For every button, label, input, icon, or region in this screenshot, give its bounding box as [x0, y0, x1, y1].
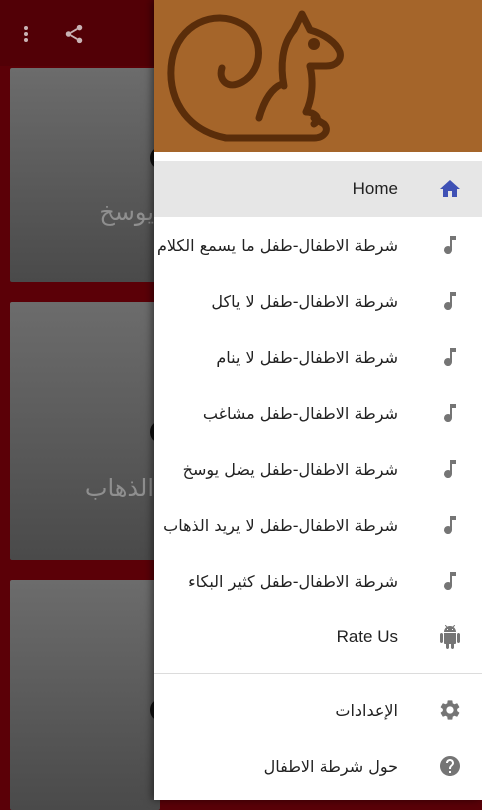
- menu-item-label: شرطة الاطفال-طفل لا يريد الذهاب: [163, 515, 398, 535]
- menu-item-label: شرطة الاطفال-طفل لا ياكل: [211, 291, 398, 311]
- menu-item-label: شرطة الاطفال-طفل لا ينام: [216, 347, 398, 367]
- card-title: الذهاب: [84, 474, 154, 502]
- menu-item-label: شرطة الاطفال-طفل كثير البكاء: [188, 571, 398, 591]
- music-note-icon: [438, 345, 462, 369]
- menu-item-track-3[interactable]: شرطة الاطفال-طفل لا ينام: [154, 329, 482, 385]
- music-note-icon: [438, 569, 462, 593]
- content-card[interactable]: الذهاب: [10, 302, 160, 560]
- menu-item-label: حول شرطة الاطفال: [263, 756, 398, 776]
- music-note-icon: [438, 233, 462, 257]
- music-note-icon: [438, 513, 462, 537]
- menu-item-track-4[interactable]: شرطة الاطفال-طفل مشاغب: [154, 385, 482, 441]
- home-icon: [438, 177, 462, 201]
- menu-divider: [154, 673, 482, 674]
- drawer-header: [154, 0, 482, 152]
- menu-item-track-2[interactable]: شرطة الاطفال-طفل لا ياكل: [154, 273, 482, 329]
- menu-item-rate-us[interactable]: Rate Us: [154, 609, 482, 665]
- music-note-icon: [438, 457, 462, 481]
- content-card[interactable]: يوسخ: [10, 68, 160, 282]
- content-card[interactable]: [10, 580, 160, 810]
- menu-item-about[interactable]: حول شرطة الاطفال: [154, 738, 482, 794]
- squirrel-logo: [167, 10, 344, 142]
- menu-item-track-7[interactable]: شرطة الاطفال-طفل كثير البكاء: [154, 553, 482, 609]
- menu-item-label: Home: [352, 179, 398, 198]
- menu-item-track-5[interactable]: شرطة الاطفال-طفل يضل يوسخ: [154, 441, 482, 497]
- menu-item-track-6[interactable]: شرطة الاطفال-طفل لا يريد الذهاب: [154, 497, 482, 553]
- menu-item-label: الإعدادات: [335, 700, 398, 720]
- share-icon[interactable]: [62, 22, 86, 46]
- card-title: يوسخ: [99, 198, 154, 226]
- menu-item-label: شرطة الاطفال-طفل ما يسمع الكلام: [156, 235, 398, 255]
- help-icon: [438, 754, 462, 778]
- menu-item-settings[interactable]: الإعدادات: [154, 682, 482, 738]
- menu-item-track-1[interactable]: شرطة الاطفال-طفل ما يسمع الكلام: [154, 217, 482, 273]
- navigation-drawer: Home شرطة الاطفال-طفل ما يسمع الكلام شرط…: [154, 0, 482, 800]
- music-note-icon: [438, 401, 462, 425]
- more-vert-icon[interactable]: [14, 22, 38, 46]
- music-note-icon: [438, 289, 462, 313]
- settings-icon: [438, 698, 462, 722]
- menu-item-label: Rate Us: [336, 627, 398, 646]
- menu-item-label: شرطة الاطفال-طفل يضل يوسخ: [182, 459, 398, 479]
- drawer-menu: Home شرطة الاطفال-طفل ما يسمع الكلام شرط…: [154, 161, 482, 794]
- menu-item-home[interactable]: Home: [154, 161, 482, 217]
- android-icon: [438, 625, 462, 649]
- menu-item-label: شرطة الاطفال-طفل مشاغب: [202, 403, 398, 423]
